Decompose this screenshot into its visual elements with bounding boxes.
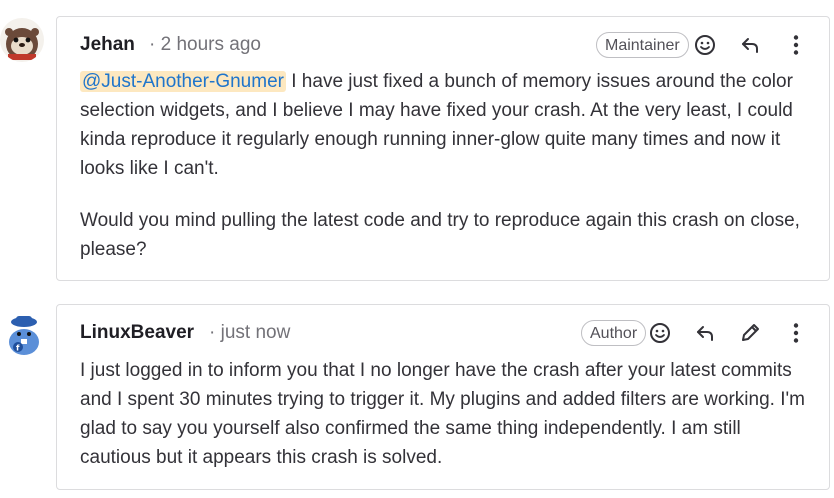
- comment-header: LinuxBeaver · just now Author: [80, 305, 829, 361]
- comment-jehan: Jehan · 2 hours ago Maintainer @Just-Ano…: [56, 16, 830, 281]
- reply-icon: [697, 326, 713, 341]
- edit-icon: [742, 324, 759, 341]
- otter-avatar-icon: [0, 18, 44, 62]
- avatar-jehan[interactable]: [0, 18, 44, 62]
- more-actions-icon: [793, 323, 799, 343]
- comment-body: @Just-Another-Gnumer I have just fixed a…: [80, 67, 809, 264]
- emoji-icon: [695, 35, 715, 55]
- more-actions-icon: [793, 35, 799, 55]
- author-name[interactable]: Jehan: [80, 34, 135, 56]
- comment-linuxbeaver: LinuxBeaver · just now Author I just log…: [56, 304, 830, 490]
- comment-paragraph: I just logged in to inform you that I no…: [80, 360, 805, 468]
- emoji-icon: [650, 323, 670, 343]
- role-badge: Author: [581, 320, 647, 346]
- avatar-linuxbeaver[interactable]: f: [2, 312, 46, 356]
- reply-button[interactable]: [735, 30, 765, 60]
- timestamp[interactable]: · 2 hours ago: [149, 34, 261, 56]
- comment-header: Jehan · 2 hours ago Maintainer: [80, 17, 829, 73]
- svg-text:f: f: [16, 344, 20, 353]
- user-mention-link[interactable]: @Just-Another-Gnumer: [80, 71, 286, 92]
- more-actions-button[interactable]: [781, 30, 811, 60]
- more-actions-button[interactable]: [781, 318, 811, 348]
- reply-icon: [742, 38, 758, 53]
- comment-paragraph: @Just-Another-Gnumer I have just fixed a…: [80, 67, 809, 183]
- beaver-avatar-icon: f: [2, 312, 46, 356]
- reply-button[interactable]: [690, 318, 720, 348]
- role-badge: Maintainer: [596, 32, 689, 58]
- timestamp[interactable]: · just now: [209, 322, 290, 344]
- author-name[interactable]: LinuxBeaver: [80, 322, 194, 344]
- add-reaction-button[interactable]: [645, 318, 675, 348]
- discussion-thread: Jehan · 2 hours ago Maintainer @Just-Ano…: [0, 0, 834, 498]
- comment-paragraph: Would you mind pulling the latest code a…: [80, 210, 800, 260]
- edit-button[interactable]: [735, 318, 765, 348]
- comment-body: I just logged in to inform you that I no…: [80, 356, 809, 472]
- add-reaction-button[interactable]: [690, 30, 720, 60]
